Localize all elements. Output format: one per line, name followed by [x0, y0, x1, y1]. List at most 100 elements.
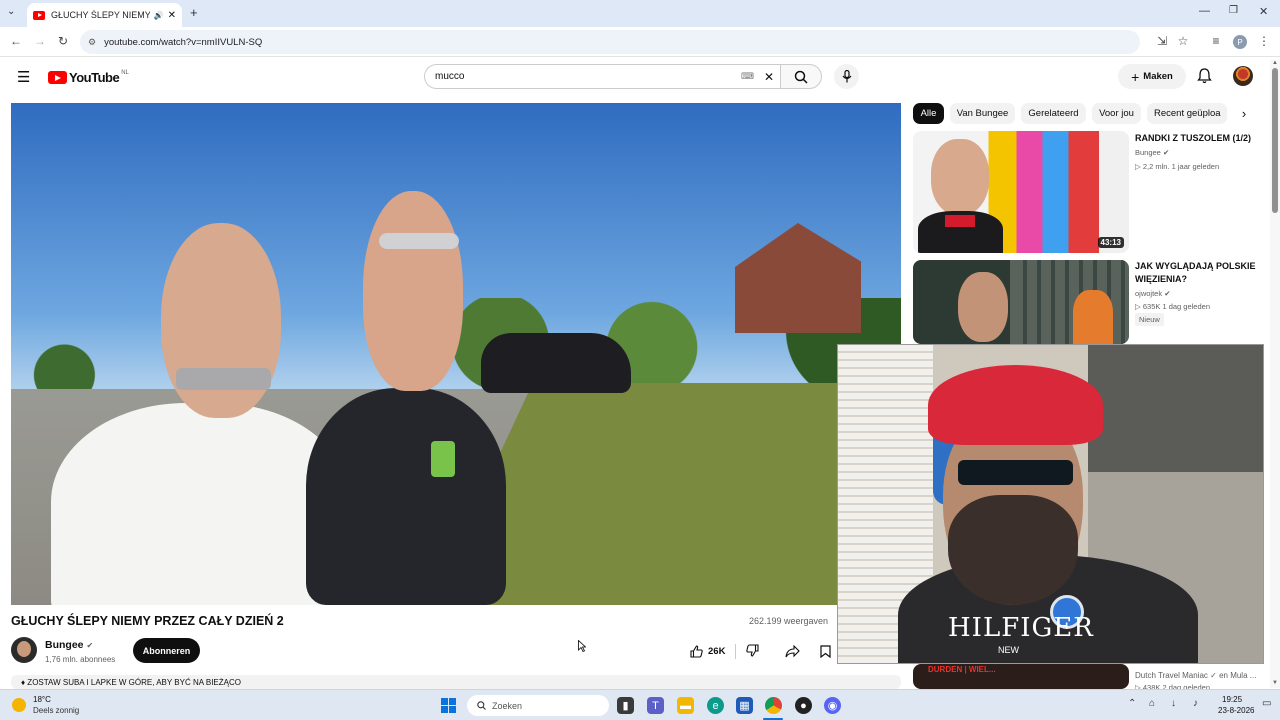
- chrome-browser-icon[interactable]: [765, 697, 782, 714]
- video-person-right-head: [363, 191, 463, 391]
- youtube-logo[interactable]: YouTube NL: [48, 70, 129, 85]
- search-query: mucco: [435, 71, 465, 82]
- tab-youtube-video[interactable]: GŁUCHY ŚLEPY NIEMY PRZEZ... 🔊 ✕: [27, 3, 182, 27]
- browser-toolbar: ← → ↻ ⚙ youtube.com/watch?v=nmIIVULN-SQ …: [0, 27, 1280, 57]
- reload-icon[interactable]: ↻: [55, 34, 71, 48]
- thumbnail-text: DURDEN | WIEL...: [928, 665, 996, 674]
- video-frame-car: [481, 333, 631, 393]
- chip-recently-uploaded[interactable]: Recent geüploa: [1147, 103, 1227, 124]
- site-info-icon[interactable]: ⚙: [88, 37, 96, 48]
- scrollbar-thumb[interactable]: [1272, 68, 1278, 213]
- chip-for-you[interactable]: Voor jou: [1092, 103, 1141, 124]
- subscribe-button[interactable]: Abonneren: [133, 638, 200, 663]
- chip-from-bungee[interactable]: Van Bungee: [950, 103, 1015, 124]
- search-input[interactable]: mucco ⌨ ✕: [424, 64, 780, 89]
- video-duration-badge: 43:13: [1097, 237, 1124, 248]
- related-video-channel[interactable]: ojwojtek ✔: [1135, 289, 1171, 298]
- clear-search-icon[interactable]: ✕: [764, 70, 774, 84]
- verified-check-icon: ✔: [1164, 289, 1171, 298]
- keyboard-icon[interactable]: ⌨: [741, 71, 754, 82]
- obs-studio-icon[interactable]: ●: [795, 697, 812, 714]
- scroll-down-arrow-icon[interactable]: ▼: [1272, 680, 1278, 686]
- search-button[interactable]: [780, 64, 822, 89]
- edge-browser-icon[interactable]: e: [707, 697, 724, 714]
- taskbar-date[interactable]: 23-8-2026: [1218, 706, 1254, 715]
- related-video-thumbnail[interactable]: 43:13: [913, 131, 1129, 253]
- reading-list-icon[interactable]: ≡: [1208, 34, 1224, 48]
- related-video-title[interactable]: RANDKI Z TUSZOLEM (1/2): [1135, 132, 1260, 145]
- forward-icon[interactable]: →: [32, 34, 48, 48]
- webcam-shirt-text: HILFIGER: [948, 613, 1094, 643]
- share-button[interactable]: [780, 639, 804, 664]
- install-app-icon[interactable]: ⇲: [1154, 34, 1170, 48]
- search-icon: [794, 70, 808, 84]
- voice-search-button[interactable]: [834, 64, 859, 89]
- task-view-icon[interactable]: ▮: [617, 697, 634, 714]
- hamburger-menu-icon[interactable]: ☰: [17, 68, 30, 86]
- related-video-title[interactable]: JAK WYGLĄDAJĄ POLSKIE WIĘZIENIA?: [1135, 260, 1260, 286]
- save-button[interactable]: [813, 639, 837, 664]
- youtube-favicon-icon: [33, 10, 45, 20]
- account-avatar[interactable]: [1233, 66, 1253, 86]
- share-arrow-icon: [784, 645, 800, 658]
- like-button[interactable]: 26K: [680, 644, 737, 659]
- windows-start-icon[interactable]: [441, 698, 456, 713]
- create-button[interactable]: + Maken: [1118, 64, 1186, 89]
- chip-related[interactable]: Gerelateerd: [1021, 103, 1086, 124]
- taskbar-search[interactable]: Zoeken: [467, 695, 609, 716]
- scroll-up-arrow-icon[interactable]: ▲: [1272, 60, 1278, 66]
- related-video-thumbnail[interactable]: DURDEN | WIEL...: [913, 664, 1129, 689]
- microsoft-store-icon[interactable]: ▦: [736, 697, 753, 714]
- channel-avatar[interactable]: [11, 637, 37, 663]
- file-explorer-icon[interactable]: ▬: [677, 697, 694, 714]
- chips-next-chevron-icon[interactable]: ›: [1232, 103, 1256, 124]
- download-icon[interactable]: ↓: [1171, 698, 1176, 709]
- notification-center-icon[interactable]: ▭: [1262, 698, 1271, 709]
- create-label: Maken: [1143, 71, 1173, 82]
- close-window-button[interactable]: ✕: [1259, 5, 1268, 18]
- chip-all[interactable]: Alle: [913, 103, 944, 124]
- address-bar[interactable]: ⚙ youtube.com/watch?v=nmIIVULN-SQ: [80, 30, 1140, 54]
- volume-icon[interactable]: ♪: [1193, 698, 1198, 709]
- channel-name[interactable]: Bungee ✔: [45, 639, 93, 651]
- taskbar-clock[interactable]: 19:25: [1222, 695, 1242, 704]
- related-video-channel-text: ojwojtek: [1135, 289, 1163, 298]
- tray-overflow-chevron-icon[interactable]: ⌃: [1128, 698, 1136, 709]
- like-count: 26K: [708, 646, 726, 657]
- profile-avatar[interactable]: P: [1233, 35, 1247, 49]
- video-goggles: [379, 233, 459, 249]
- minimize-window-button[interactable]: —: [1199, 5, 1210, 17]
- related-video-channel[interactable]: Dutch Travel Maniac ✓ en Mula ...: [1135, 671, 1256, 680]
- dislike-button[interactable]: [736, 643, 769, 660]
- discord-icon[interactable]: ◉: [824, 697, 841, 714]
- webcam-streamer-beard: [948, 495, 1078, 605]
- description-box[interactable]: ♦ ZOSTAW SUBA I LAPKE W GÓRE, ABY BYĆ NA…: [11, 675, 901, 689]
- browser-tab-strip: ⌄ GŁUCHY ŚLEPY NIEMY PRZEZ... 🔊 ✕ + — ❐ …: [0, 0, 1280, 27]
- related-video-channel[interactable]: Bungee ✔: [1135, 148, 1169, 157]
- youtube-masthead: ☰ YouTube NL mucco ⌨ ✕ + Maken: [0, 57, 1280, 97]
- notifications-bell-icon[interactable]: [1197, 68, 1212, 84]
- browser-menu-icon[interactable]: ⋮: [1256, 34, 1272, 48]
- teams-icon[interactable]: T: [647, 697, 664, 714]
- region-code: NL: [121, 69, 129, 76]
- weather-temperature[interactable]: 18°C: [33, 695, 51, 704]
- new-tab-button[interactable]: +: [190, 5, 198, 20]
- thumbnail-bowtie: [945, 215, 975, 227]
- maximize-window-button[interactable]: ❐: [1229, 5, 1238, 16]
- video-player[interactable]: [11, 103, 901, 605]
- thumbnail-face: [931, 139, 989, 215]
- verified-check-icon: ✔: [1162, 148, 1170, 157]
- like-dislike-group: 26K: [680, 639, 775, 664]
- related-video-thumbnail[interactable]: [913, 260, 1129, 344]
- page-scrollbar[interactable]: ▲ ▼: [1270, 60, 1280, 688]
- back-icon[interactable]: ←: [8, 34, 24, 48]
- bookmark-star-icon[interactable]: ☆: [1175, 34, 1191, 48]
- weather-sun-icon[interactable]: [12, 698, 26, 712]
- tab-close-icon[interactable]: ✕: [168, 10, 176, 21]
- network-icon[interactable]: ⌂: [1149, 698, 1155, 709]
- weather-description[interactable]: Deels zonnig: [33, 706, 79, 715]
- tab-title: GŁUCHY ŚLEPY NIEMY PRZEZ...: [51, 10, 150, 20]
- tab-search-chevron-icon[interactable]: ⌄: [7, 6, 15, 17]
- tab-audio-icon[interactable]: 🔊: [154, 11, 164, 20]
- video-drink-can: [431, 441, 455, 477]
